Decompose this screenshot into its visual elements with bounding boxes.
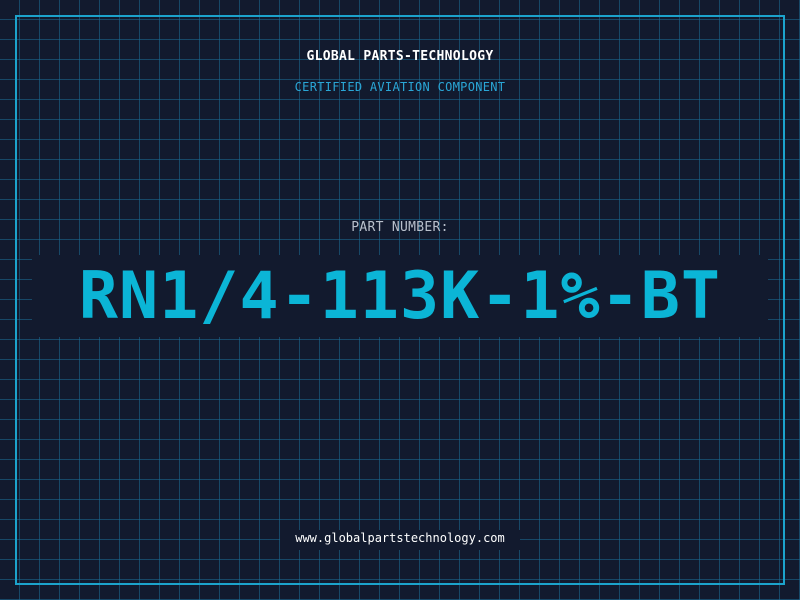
company-name: GLOBAL PARTS-TECHNOLOGY: [306, 49, 494, 64]
certification-subtitle: CERTIFIED AVIATION COMPONENT: [294, 80, 506, 94]
part-card: GLOBAL PARTS-TECHNOLOGY CERTIFIED AVIATI…: [0, 0, 800, 600]
part-number-label: PART NUMBER:: [351, 220, 449, 235]
part-number-value: RN1/4-113K-1%-BT: [78, 259, 722, 334]
website-link[interactable]: www.globalpartstechnology.com: [0, 531, 800, 545]
